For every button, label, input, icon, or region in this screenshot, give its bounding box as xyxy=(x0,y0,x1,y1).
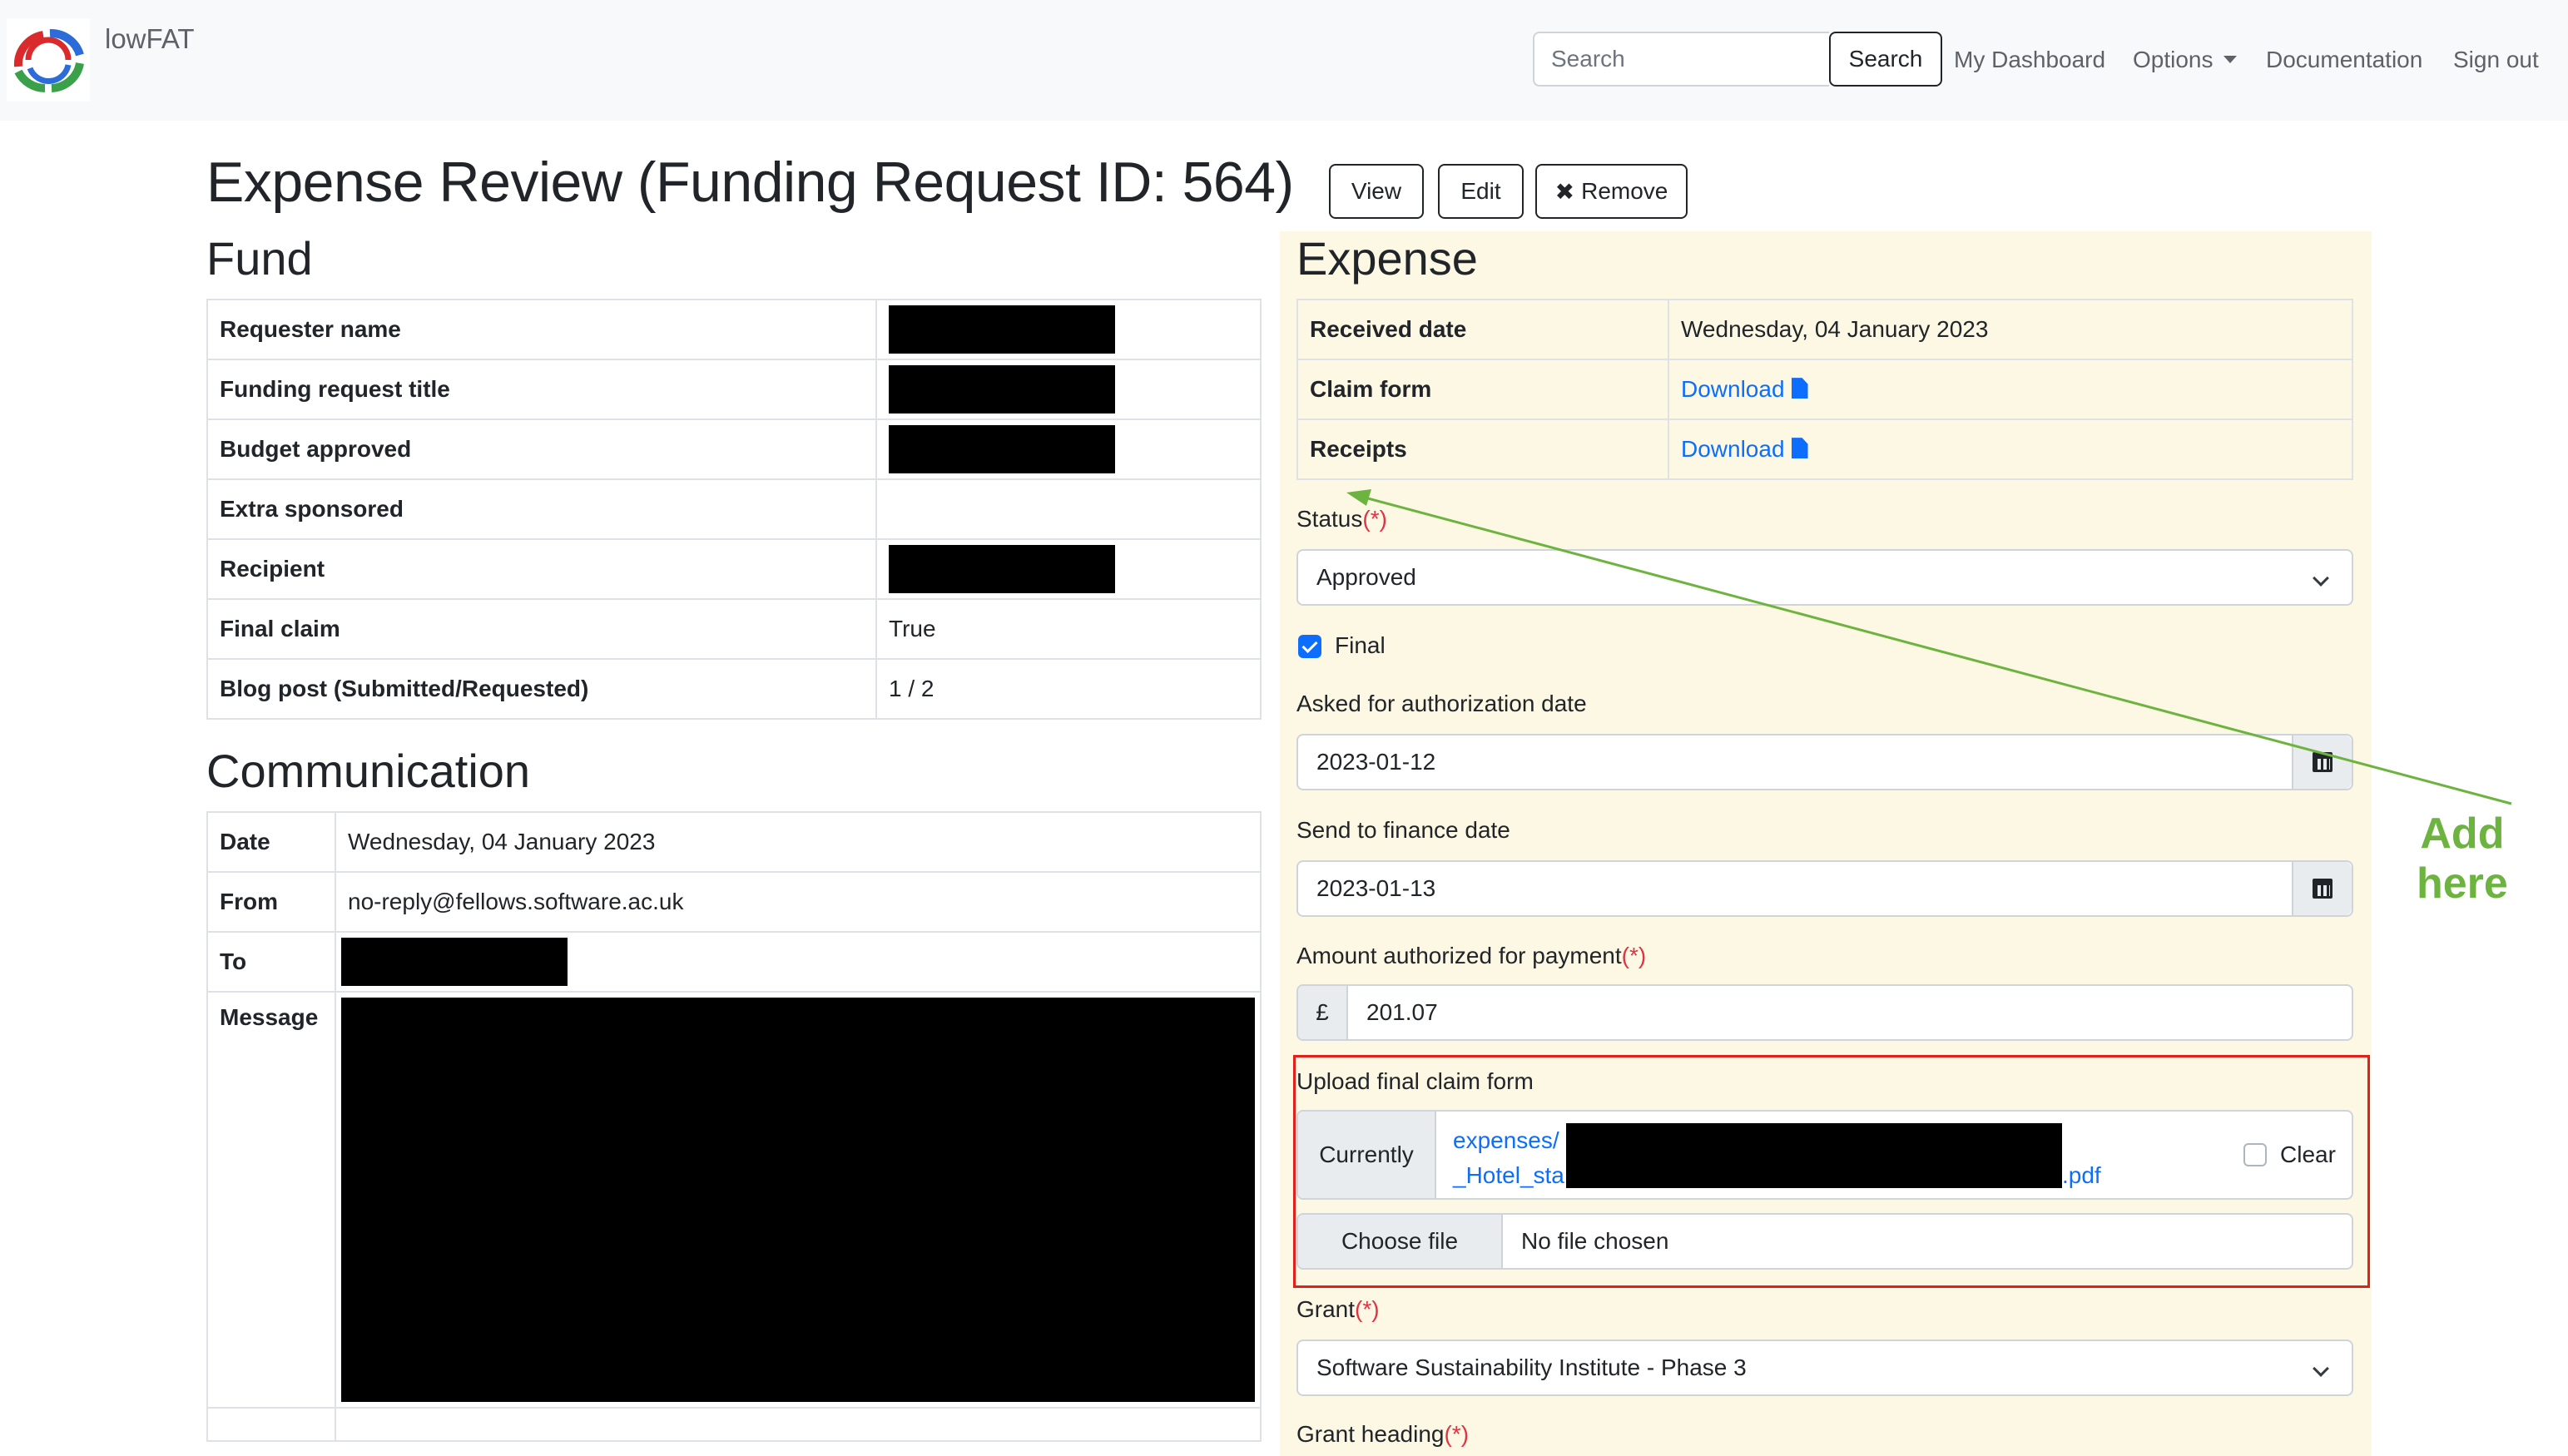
annotation-line2: here xyxy=(2417,859,2508,908)
annotation-text: Add here xyxy=(2417,809,2508,909)
arrow-line xyxy=(1364,496,2512,805)
annotation-arrow xyxy=(1346,489,2512,805)
annotation-line1: Add xyxy=(2420,810,2505,858)
arrow-head xyxy=(1346,489,1371,506)
